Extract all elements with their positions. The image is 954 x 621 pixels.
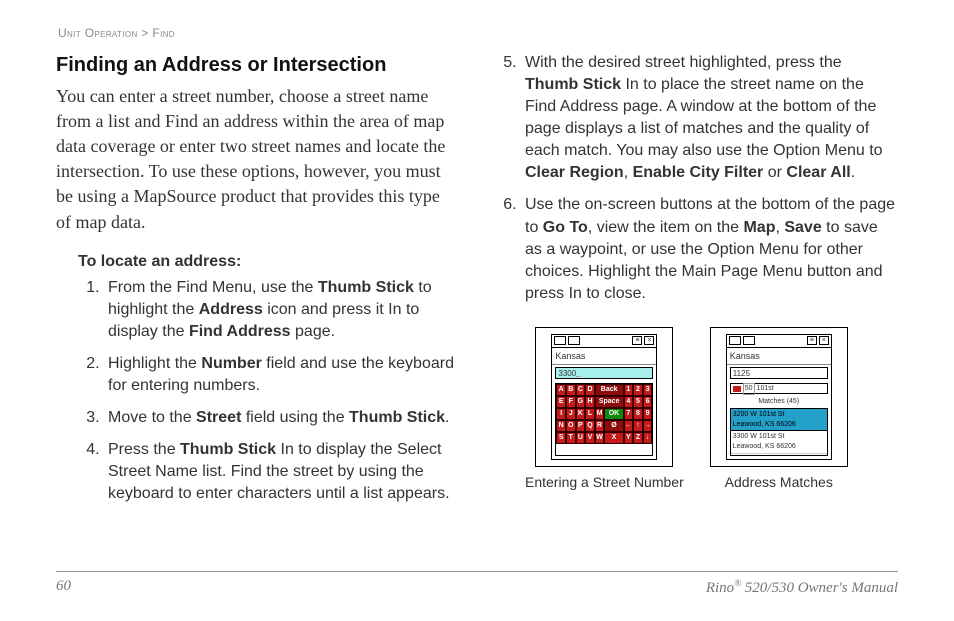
step-5: With the desired street highlighted, pre… — [521, 52, 898, 184]
step-6: Use the on-screen buttons at the bottom … — [521, 194, 898, 304]
page-number: 60 — [56, 578, 71, 597]
street-field: 50101st — [730, 383, 828, 394]
breadcrumb-section: nit — [67, 26, 85, 40]
figure-1-caption: Entering a Street Number — [525, 473, 684, 492]
caret-icon: _ — [576, 368, 580, 379]
titlebar-box-icon — [729, 336, 741, 345]
marker-icon — [733, 386, 741, 392]
breadcrumb: Unit Operation > Find — [58, 26, 898, 40]
section-heading: Finding an Address or Intersection — [56, 52, 459, 80]
steps-left: From the Find Menu, use the Thumb Stick … — [82, 277, 459, 506]
breadcrumb-sep: > — [141, 26, 148, 40]
titlebar-box-icon — [554, 336, 566, 345]
step-1: From the Find Menu, use the Thumb Stick … — [104, 277, 459, 343]
figure-2-caption: Address Matches — [725, 473, 833, 492]
footer-product: Rino® 520/530 Owner's Manual — [706, 578, 898, 597]
match-row: 3300 W 101st StLeawood, KS 66206 — [731, 431, 827, 453]
figure-2: ≡ × Kansas 1125 50101st Matches (45) 320… — [710, 327, 848, 492]
titlebar-close-icon: × — [819, 336, 829, 345]
breadcrumb-sub: ind — [160, 26, 175, 40]
number-input: 1125 — [730, 367, 828, 379]
titlebar-menu-icon: ≡ — [807, 336, 817, 345]
step-2: Highlight the Number field and use the k… — [104, 353, 459, 397]
figure-1: ≡ × Kansas 3300_ ABCDBack123 EFGHSpace45… — [525, 327, 684, 492]
page-footer: 60 Rino® 520/530 Owner's Manual — [56, 571, 898, 597]
device-screenshot-keyboard: ≡ × Kansas 3300_ ABCDBack123 EFGHSpace45… — [551, 334, 657, 460]
matches-header: Matches (45) — [727, 397, 831, 407]
figures-row: ≡ × Kansas 3300_ ABCDBack123 EFGHSpace45… — [525, 327, 898, 492]
steps-right: With the desired street highlighted, pre… — [499, 52, 898, 305]
badge-icon: 50 — [743, 383, 755, 395]
device-screenshot-matches: ≡ × Kansas 1125 50101st Matches (45) 320… — [726, 334, 832, 460]
step-4: Press the Thumb Stick In to display the … — [104, 439, 459, 505]
titlebar-box-icon — [743, 336, 755, 345]
step-3: Move to the Street field using the Thumb… — [104, 407, 459, 429]
subheading: To locate an address: — [78, 251, 459, 273]
state-field: Kansas — [552, 348, 656, 365]
match-row-selected: 3200 W 101st StLeawood, KS 66206 — [731, 409, 827, 431]
state-field: Kansas — [727, 348, 831, 365]
onscreen-keyboard: ABCDBack123 EFGHSpace456 IJKLMOK789 NOPQ… — [555, 383, 653, 456]
figure-1-image: ≡ × Kansas 3300_ ABCDBack123 EFGHSpace45… — [535, 327, 673, 467]
column-right: With the desired street highlighted, pre… — [495, 52, 898, 516]
intro-paragraph: You can enter a street number, choose a … — [56, 84, 459, 235]
number-input: 3300_ — [555, 367, 653, 379]
figure-2-image: ≡ × Kansas 1125 50101st Matches (45) 320… — [710, 327, 848, 467]
titlebar-menu-icon: ≡ — [632, 336, 642, 345]
titlebar-box-icon — [568, 336, 580, 345]
device-titlebar: ≡ × — [552, 335, 656, 348]
matches-list: 3200 W 101st StLeawood, KS 66206 3300 W … — [730, 408, 828, 456]
column-left: Finding an Address or Intersection You c… — [56, 52, 459, 516]
titlebar-close-icon: × — [644, 336, 654, 345]
device-titlebar: ≡ × — [727, 335, 831, 348]
breadcrumb-section-first: U — [58, 26, 67, 40]
